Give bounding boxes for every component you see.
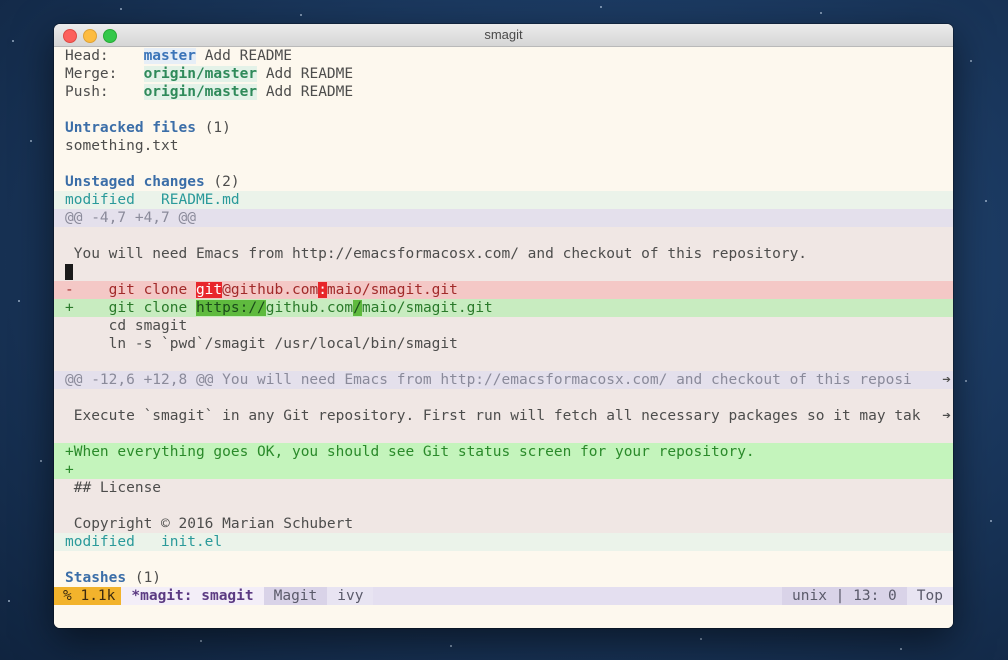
echo-area[interactable] <box>54 605 953 628</box>
head-message: Add README <box>204 48 293 64</box>
stashes-section-heading[interactable]: Stashes (1) <box>54 569 953 587</box>
del-highlight: git <box>195 282 223 298</box>
add-highlight: https:// <box>195 300 266 316</box>
context-text: Execute `smagit` in any Git repository. … <box>65 408 921 424</box>
title-bar[interactable]: smagit <box>54 24 953 47</box>
diff-context-line: ln -s `pwd`/smagit /usr/local/bin/smagit <box>54 335 953 353</box>
stashes-title: Stashes <box>65 570 127 586</box>
modified-file-readme[interactable]: modified README.md <box>54 191 953 209</box>
diff-added-line: + <box>54 461 953 479</box>
diff-context-line <box>54 425 953 443</box>
diff-deleted-line: - git clone git@github.com:maio/smagit.g… <box>54 281 953 299</box>
unstaged-count: (2) <box>213 174 240 190</box>
push-message: Add README <box>265 84 354 100</box>
merge-message: Add README <box>265 66 354 82</box>
merge-branch[interactable]: origin/master <box>143 66 258 82</box>
buffer-name[interactable]: *magit: smagit <box>121 587 264 605</box>
hunk-header[interactable]: @@ -4,7 +4,7 @@ <box>54 209 953 227</box>
merge-line: Merge: origin/master Add README <box>54 65 953 83</box>
hunk-header-text: @@ -12,6 +12,8 @@ You will need Emacs fr… <box>65 372 912 388</box>
line-wrap-arrow-icon: ➔ <box>942 371 951 389</box>
del-prefix: - git clone <box>65 282 196 298</box>
magit-status-buffer[interactable]: Head: master Add README Merge: origin/ma… <box>54 47 953 587</box>
emacs-window: smagit Head: master Add README Merge: or… <box>54 24 953 628</box>
buffer-position: % 1.1k <box>54 587 122 605</box>
diff-context-line <box>54 263 953 281</box>
head-line: Head: master Add README <box>54 47 953 65</box>
add-mid: github.com <box>265 300 354 316</box>
diff-context-line: ## License <box>54 479 953 497</box>
diff-added-line: +When everything goes OK, you should see… <box>54 443 953 461</box>
hunk-header[interactable]: @@ -12,6 +12,8 @@ You will need Emacs fr… <box>54 371 953 389</box>
text-cursor <box>65 264 73 280</box>
push-branch[interactable]: origin/master <box>143 84 258 100</box>
diff-context-line <box>54 497 953 515</box>
diff-added-line: + git clone https://github.com/maio/smag… <box>54 299 953 317</box>
merge-label: Merge: <box>65 66 144 82</box>
line-wrap-arrow-icon: ➔ <box>942 407 951 425</box>
stashes-count: (1) <box>134 570 162 586</box>
del-highlight: : <box>318 282 327 298</box>
scroll-position: Top <box>906 587 953 605</box>
diff-context-line: You will need Emacs from http://emacsfor… <box>54 245 953 263</box>
modified-file-init[interactable]: modified init.el <box>54 533 953 551</box>
encoding-and-cursor-position: unix | 13: 0 <box>782 587 907 605</box>
add-prefix: + git clone <box>65 300 196 316</box>
diff-context-line <box>54 353 953 371</box>
add-suffix: maio/smagit.git <box>361 300 493 316</box>
diff-context-line: cd smagit <box>54 317 953 335</box>
mode-line: % 1.1k *magit: smagit Magit ivy unix | 1… <box>54 587 953 605</box>
push-label: Push: <box>65 84 144 100</box>
head-branch[interactable]: master <box>143 48 196 64</box>
untracked-file[interactable]: something.txt <box>54 137 953 155</box>
head-label: Head: <box>65 48 144 64</box>
window-title: smagit <box>484 27 523 42</box>
diff-context-line: Copyright © 2016 Marian Schubert <box>54 515 953 533</box>
major-mode[interactable]: Magit <box>263 587 328 605</box>
untracked-count: (1) <box>204 120 231 136</box>
del-mid: @github.com <box>222 282 319 298</box>
diff-context-line <box>54 227 953 245</box>
minor-mode[interactable]: ivy <box>327 587 374 605</box>
mode-line-filler <box>373 587 782 605</box>
unstaged-title: Unstaged changes <box>65 174 205 190</box>
untracked-section-heading[interactable]: Untracked files (1) <box>54 119 953 137</box>
diff-context-line: Execute `smagit` in any Git repository. … <box>54 407 953 425</box>
unstaged-section-heading[interactable]: Unstaged changes (2) <box>54 173 953 191</box>
diff-context-line <box>54 389 953 407</box>
untracked-title: Untracked files <box>65 120 196 136</box>
push-line: Push: origin/master Add README <box>54 83 953 101</box>
del-suffix: maio/smagit.git <box>326 282 458 298</box>
add-highlight: / <box>353 300 362 316</box>
